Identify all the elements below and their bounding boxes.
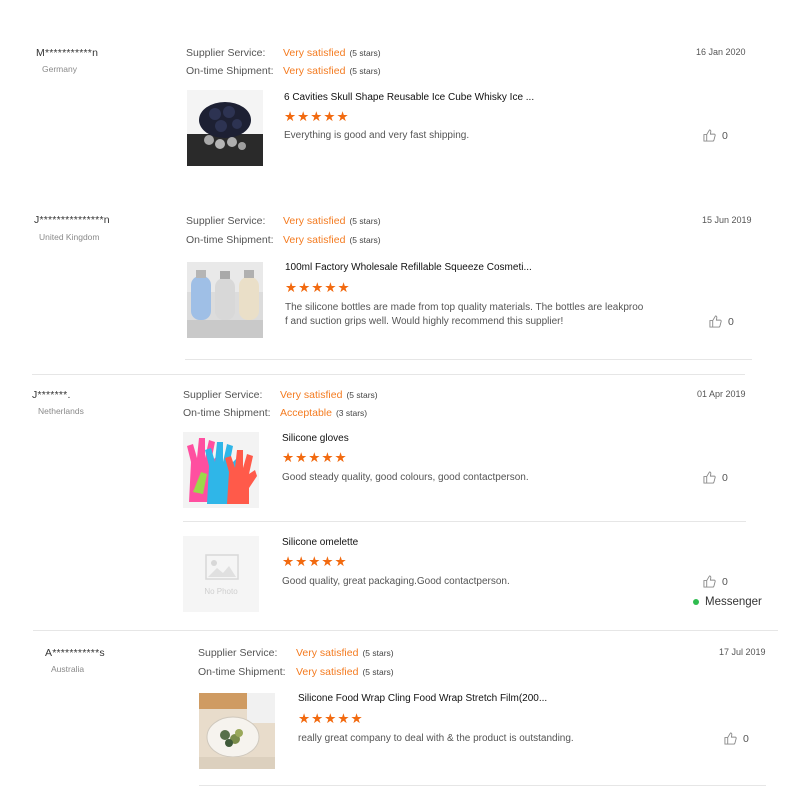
thumbs-up-icon [724,732,737,745]
supplier-service-stars: (5 stars) [362,648,394,658]
reviewer-country: Australia [51,664,85,674]
product-thumbnail[interactable] [199,693,275,769]
star-icon: ★ [324,711,338,726]
review-card: A***********s Australia Supplier Service… [0,0,800,800]
star-icon: ★ [350,711,364,726]
on-time-shipment-value: Very satisfied [296,666,359,678]
supplier-service-label: Supplier Service: [198,647,278,659]
on-time-shipment-label: On-time Shipment: [198,666,286,678]
divider [199,785,766,786]
product-name-link[interactable]: Silicone Food Wrap Cling Food Wrap Stret… [298,693,547,704]
product-star-rating: ★★★★★ [298,712,364,726]
like-button[interactable]: 0 [724,732,749,745]
on-time-shipment-stars: (5 stars) [362,667,394,677]
star-icon: ★ [311,711,325,726]
supplier-service-rating: Supplier Service: Very satisfied (5 stars) [198,647,394,659]
reviewer-name: A***********s [45,647,105,659]
review-date: 17 Jul 2019 [719,647,766,657]
on-time-shipment-rating: On-time Shipment: Very satisfied (5 stars) [198,666,394,678]
like-count: 0 [743,732,749,745]
review-comment: really great company to deal with & the … [298,733,574,744]
star-icon: ★ [298,711,312,726]
star-icon: ★ [337,711,351,726]
supplier-service-value: Very satisfied [296,647,359,659]
food-wrap-photo [199,693,275,769]
